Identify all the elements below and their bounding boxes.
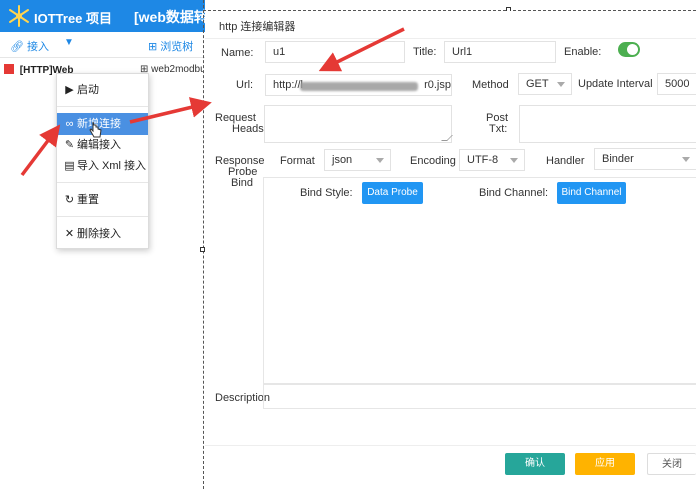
confirm-button[interactable]: 确认 bbox=[505, 453, 565, 475]
refresh-icon: ↻ bbox=[64, 194, 75, 206]
close-icon: ✕ bbox=[64, 228, 75, 240]
chevron-down-icon bbox=[376, 158, 384, 163]
enable-label: Enable: bbox=[564, 46, 602, 58]
update-interval-input[interactable]: 5000 bbox=[657, 73, 696, 95]
menu-divider bbox=[57, 216, 148, 217]
menu-item-start[interactable]: ▶ 启动 bbox=[57, 79, 148, 101]
bind-channel-button[interactable]: Bind Channel bbox=[557, 182, 626, 204]
name-label: Name: bbox=[221, 47, 254, 59]
play-icon: ▶ bbox=[65, 84, 74, 96]
menu-item-label: 启动 bbox=[77, 84, 99, 96]
toggle-knob bbox=[627, 44, 638, 55]
handler-label: Handler bbox=[546, 155, 585, 167]
close-button[interactable]: 关闭 bbox=[647, 453, 696, 475]
file-icon: ▤ bbox=[64, 160, 75, 172]
encoding-label: Encoding bbox=[410, 155, 456, 167]
update-interval-label: Update Interval bbox=[578, 78, 653, 90]
chevron-down-icon[interactable]: ▼ bbox=[64, 37, 74, 48]
browse-tree-label: 浏览树 bbox=[160, 41, 194, 53]
redacted-region bbox=[300, 82, 418, 91]
method-value: GET bbox=[526, 78, 549, 90]
connect-label: 接入 bbox=[27, 41, 50, 53]
menu-divider bbox=[57, 106, 148, 107]
post-txt-textarea[interactable] bbox=[519, 105, 696, 143]
chevron-down-icon bbox=[557, 82, 565, 87]
format-value: json bbox=[332, 154, 353, 166]
method-select[interactable]: GET bbox=[518, 73, 572, 95]
chevron-down-icon bbox=[510, 158, 518, 163]
format-select[interactable]: json bbox=[324, 149, 391, 171]
app-title: IOTTree 项目 bbox=[34, 11, 113, 26]
link-icon: ∞ bbox=[65, 118, 74, 130]
request-heads-label-2: Heads: bbox=[232, 123, 267, 135]
menu-item-label: 编辑接入 bbox=[77, 139, 121, 151]
bind-channel-label: Bind Channel: bbox=[479, 187, 549, 199]
format-label: Format bbox=[280, 155, 315, 167]
app-header: IOTTree 项目 [web数据转 bbox=[0, 0, 206, 32]
post-txt-label-2: Txt: bbox=[489, 123, 508, 135]
browse-tree-button[interactable]: ⊞ 浏览树 bbox=[148, 38, 193, 54]
menu-item-import-xml[interactable]: ▤ 导入 Xml 接入 bbox=[57, 155, 148, 177]
response-label-3: Bind bbox=[231, 177, 254, 189]
title-input[interactable]: Url1 bbox=[444, 41, 556, 63]
bind-style-label: Bind Style: bbox=[300, 187, 353, 199]
menu-item-label: 导入 Xml 接入 bbox=[77, 160, 147, 172]
handler-value: Binder bbox=[602, 153, 634, 165]
link-icon: 🔗︎ bbox=[10, 41, 24, 53]
http-connection-editor-dialog: http 连接编辑器 Name: u1 Title: Url1 Enable: … bbox=[205, 11, 696, 489]
title-label: Title: bbox=[413, 46, 437, 58]
menu-item-reset[interactable]: ↻ 重置 bbox=[57, 189, 148, 211]
menu-item-delete-connector[interactable]: ✕ 删除接入 bbox=[57, 223, 148, 245]
project-title: [web数据转 bbox=[134, 9, 206, 25]
splitter-line[interactable] bbox=[203, 0, 204, 489]
menu-item-label: 删除接入 bbox=[77, 228, 121, 240]
connect-menu-button[interactable]: 🔗︎ 接入 bbox=[10, 38, 49, 54]
enable-toggle[interactable] bbox=[618, 42, 640, 57]
context-menu: ▶ 启动 ∞ 新增连接 ✎ 编辑接入 ▤ 导入 Xml 接入 ↻ 重置 ✕ 删除接入 bbox=[56, 73, 149, 249]
hand-cursor-icon bbox=[89, 121, 102, 138]
resize-grip-icon bbox=[441, 135, 453, 141]
title-divider bbox=[205, 38, 696, 39]
url-suffix: r0.jsp bbox=[422, 75, 451, 95]
request-heads-textarea[interactable] bbox=[264, 105, 453, 143]
tree-node-web2modbus[interactable]: ⊞ web2modbu bbox=[140, 64, 204, 75]
description-input[interactable] bbox=[263, 384, 696, 409]
dialog-title: http 连接编辑器 bbox=[219, 21, 296, 33]
name-input[interactable]: u1 bbox=[265, 41, 405, 63]
tree-node-label: web2modbu bbox=[151, 64, 204, 75]
toolbar: 🔗︎ 接入 ▼ ⊞ 浏览树 bbox=[0, 32, 205, 58]
description-label: Description bbox=[215, 392, 271, 404]
status-square-icon bbox=[4, 64, 14, 74]
footer-divider bbox=[205, 445, 696, 446]
data-probe-button[interactable]: Data Probe bbox=[362, 182, 423, 204]
sitemap-icon: ⊞ bbox=[148, 41, 158, 53]
response-probe-bind-panel bbox=[263, 177, 696, 384]
menu-item-label: 重置 bbox=[77, 194, 99, 206]
encoding-select[interactable]: UTF-8 bbox=[459, 149, 525, 171]
pencil-icon: ✎ bbox=[64, 139, 75, 151]
menu-divider bbox=[57, 182, 148, 183]
url-prefix: http://l bbox=[273, 79, 303, 91]
encoding-value: UTF-8 bbox=[467, 154, 499, 166]
logo-icon bbox=[9, 5, 29, 27]
handler-select[interactable]: Binder bbox=[594, 148, 696, 170]
apply-button[interactable]: 应用 bbox=[575, 453, 635, 475]
chevron-down-icon bbox=[682, 157, 690, 162]
method-label: Method bbox=[472, 79, 509, 91]
url-label: Url: bbox=[236, 79, 254, 91]
